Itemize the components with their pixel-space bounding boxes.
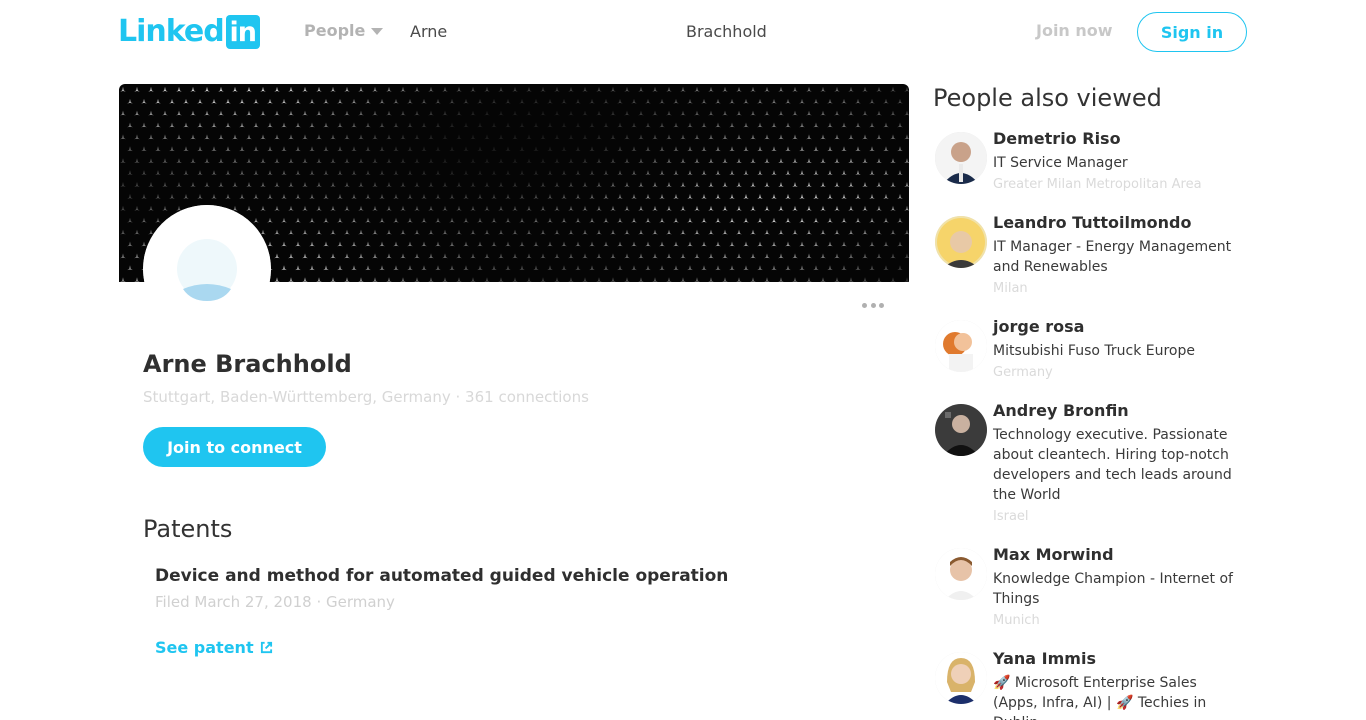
patent-meta: Filed March 27, 2018 · Germany [155, 593, 395, 611]
profile-name: Arne Brachhold [143, 350, 352, 378]
profile-avatar [143, 205, 271, 333]
avatar [935, 320, 987, 372]
more-options-icon[interactable] [862, 298, 884, 312]
person-name: jorge rosa [993, 317, 1085, 336]
person-name: Andrey Bronfin [993, 401, 1129, 420]
patents-section-title: Patents [143, 515, 233, 543]
search-last-name[interactable]: Brachhold [686, 22, 767, 41]
dot [879, 302, 884, 308]
see-patent-label: See patent [155, 638, 254, 657]
linkedin-logo[interactable]: Linked in [118, 15, 260, 49]
person-headline: 🚀 Microsoft Enterprise Sales (Apps, Infr… [993, 675, 1207, 720]
people-also-viewed-title: People also viewed [933, 84, 1162, 112]
person-headline: Mitsubishi Fuso Truck Europe [993, 343, 1195, 359]
dot [870, 302, 876, 308]
person-name: Max Morwind [993, 545, 1114, 564]
person-headline: Technology executive. Passionate about c… [993, 427, 1232, 503]
person-location: Milan [993, 281, 1028, 296]
person-headline: IT Manager - Energy Management and Renew… [993, 239, 1232, 275]
person-headline: Knowledge Champion - Internet of Things [993, 571, 1233, 607]
see-patent-link[interactable]: See patent [155, 638, 273, 657]
person-location: Greater Milan Metropolitan Area [993, 177, 1202, 192]
dot [862, 302, 867, 308]
default-avatar-icon [143, 205, 271, 333]
person-location: Germany [993, 365, 1053, 380]
avatar [935, 652, 987, 704]
profile-location-connections: Stuttgart, Baden-Württemberg, Germany · … [143, 388, 589, 406]
external-link-icon [260, 641, 272, 654]
people-dropdown-label: People [304, 21, 366, 40]
avatar [935, 404, 987, 456]
logo-in-box: in [225, 15, 260, 49]
search-first-name[interactable]: Arne [410, 22, 447, 41]
join-to-connect-button[interactable]: Join to connect [143, 427, 326, 467]
person-headline: IT Service Manager [993, 155, 1128, 171]
avatar [935, 216, 987, 268]
patent-title: Device and method for automated guided v… [155, 566, 729, 586]
avatar [935, 548, 987, 600]
person-location: Munich [993, 613, 1040, 628]
join-now-link[interactable]: Join now [1036, 21, 1113, 40]
person-name: Yana Immis [993, 649, 1096, 668]
sign-in-button[interactable]: Sign in [1137, 12, 1247, 52]
person-name: Leandro Tuttoilmondo [993, 213, 1192, 232]
avatar [935, 132, 987, 184]
person-name: Demetrio Riso [993, 129, 1121, 148]
people-dropdown[interactable]: People [304, 21, 384, 40]
top-nav: Linked in People Arne Brachhold Join now… [0, 0, 1366, 64]
caret-down-icon [371, 27, 384, 35]
person-location: Israel [993, 509, 1029, 524]
logo-wordmark: Linked [118, 14, 225, 49]
